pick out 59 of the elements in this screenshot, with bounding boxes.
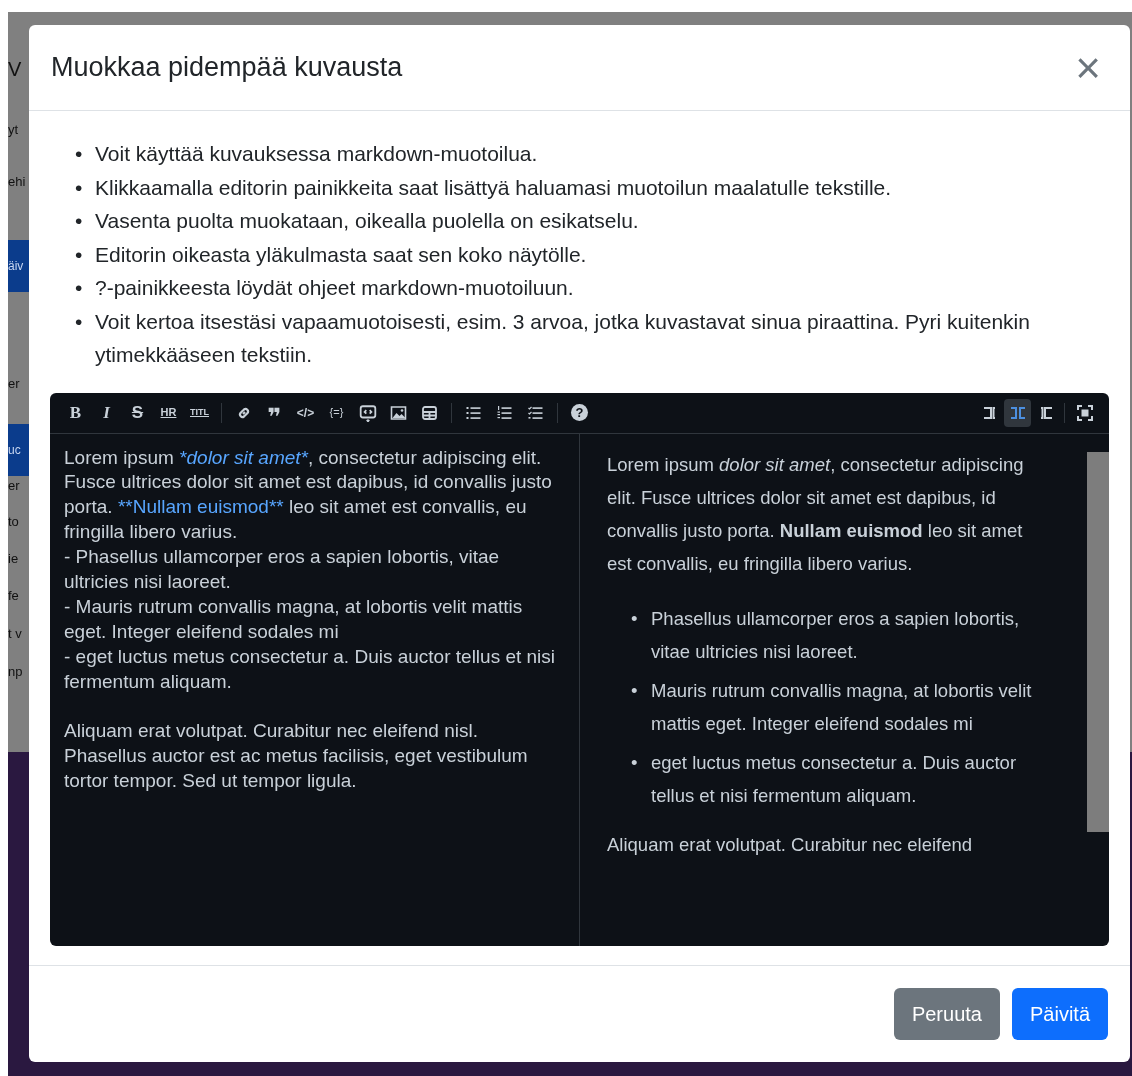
instruction-item: Voit käyttää kuvauksessa markdown-muotoilua. xyxy=(95,141,538,167)
bullet-list-icon xyxy=(465,404,482,421)
page-text: yt xyxy=(8,121,19,139)
instruction-item: Klikkaamalla editorin painikkeita saat lisättyä haluamasi muotoilun maalatulle tekstille. xyxy=(95,174,892,201)
strikethrough-button[interactable]: S xyxy=(122,397,153,428)
instruction-item: Voit kertoa itsestäsi vapaamuotoisesti, esim. 3 arvoa, jotka kuvastavat sinua piraattina. Pyri kuitenkin ytimekkääseen tekstiin. xyxy=(95,308,1031,368)
page-button[interactable]: äiv xyxy=(8,240,29,292)
instruction-item: Editorin oikeasta yläkulmasta saat sen koko näytölle. xyxy=(95,241,587,268)
bullet: • xyxy=(631,678,639,703)
preview-list-item: Phasellus ullamcorper eros a sapien lobortis, vitae ultricies nisi laoreet. xyxy=(651,606,1021,664)
bullet: • xyxy=(75,141,84,167)
source-line: Aliquam erat volutpat. Curabitur nec eleifend nisl. Phasellus auctor est ac metus facilisis, eget vestibulum tortor tempor. Sed ut tempor ligula. xyxy=(64,719,529,794)
quote-button[interactable]: ❞ xyxy=(259,397,290,428)
numbered-list-icon xyxy=(496,404,513,421)
help-button[interactable]: ? xyxy=(564,397,595,428)
instruction-item: ?-painikkeesta löydät ohjeet markdown-muotoiluun. xyxy=(95,275,574,301)
page-text: ehi xyxy=(8,173,26,191)
page-text: fe xyxy=(8,587,19,605)
bullet: • xyxy=(631,606,639,631)
cancel-button[interactable]: Peruuta xyxy=(893,988,1000,1040)
page-text: ie xyxy=(8,550,19,568)
modal-title: Muokkaa pidempää kuvausta xyxy=(51,51,403,85)
source-line: Lorem ipsum *dolor sit amet*, consectetur adipiscing elit. Fusce ultrices dolor sit amet est dapibus, id convallis justo porta. **Nullam euismod** leo sit amet est convallis, eu fringilla libero varius. xyxy=(64,445,553,545)
page-text: er xyxy=(8,375,20,393)
update-button[interactable]: Päivitä xyxy=(1011,988,1108,1040)
close-button[interactable]: × xyxy=(1068,47,1108,88)
italic-button[interactable]: I xyxy=(91,397,122,428)
bullet: • xyxy=(75,275,84,301)
bullet: • xyxy=(75,174,84,201)
page-text: er xyxy=(8,477,20,495)
scrollbar-thumb[interactable] xyxy=(1087,451,1109,832)
instruction-item: Vasenta puolta muokataan, oikealla puolella on esikatselu. xyxy=(95,208,639,234)
table-icon xyxy=(421,404,438,421)
bold-button[interactable]: B xyxy=(60,397,91,428)
source-line: - Phasellus ullamcorper eros a sapien lobortis, vitae ultricies nisi laoreet. xyxy=(64,545,501,595)
preview-paragraph: Lorem ipsum dolor sit amet, consectetur adipiscing elit. Fusce ultrices dolor sit amet est dapibus, id convallis justo porta. Nullam euismod leo sit amet est convallis, eu fringilla libero varius. xyxy=(607,452,1025,576)
page-button[interactable]: uc xyxy=(8,424,29,476)
preview-list-item: eget luctus metus consectetur a. Duis auctor tellus et nisi fermentum aliquam. xyxy=(651,750,1018,808)
code-block-button[interactable]: {=} xyxy=(321,397,352,428)
code-button[interactable]: </> xyxy=(290,397,321,428)
page-text: np xyxy=(8,663,23,681)
horizontal-rule-button[interactable]: HR xyxy=(153,397,184,428)
source-line: - eget luctus metus consectetur a. Duis auctor tellus et nisi fermentum aliquam. xyxy=(64,644,557,694)
page-text: t v xyxy=(8,625,22,643)
page-text: to xyxy=(8,513,19,531)
image-icon xyxy=(390,404,407,421)
code-comment-icon xyxy=(358,403,377,422)
fullscreen-icon xyxy=(1077,404,1093,421)
bullet: • xyxy=(75,308,84,335)
bullet: • xyxy=(75,208,84,234)
side-by-side-view-button[interactable] xyxy=(1004,398,1031,427)
checklist-icon xyxy=(527,404,544,421)
columns-icon xyxy=(1009,406,1026,419)
page-heading: V xyxy=(8,57,22,82)
preview-paragraph: Aliquam erat volutpat. Curabitur nec eleifend xyxy=(607,832,974,857)
source-line: - Mauris rutrum convallis magna, at lobortis velit mattis eget. Integer eleifend sodales mi xyxy=(64,594,524,644)
bullet: • xyxy=(75,241,84,268)
heading-button[interactable]: TITL xyxy=(184,397,215,428)
bullet: • xyxy=(631,750,639,775)
